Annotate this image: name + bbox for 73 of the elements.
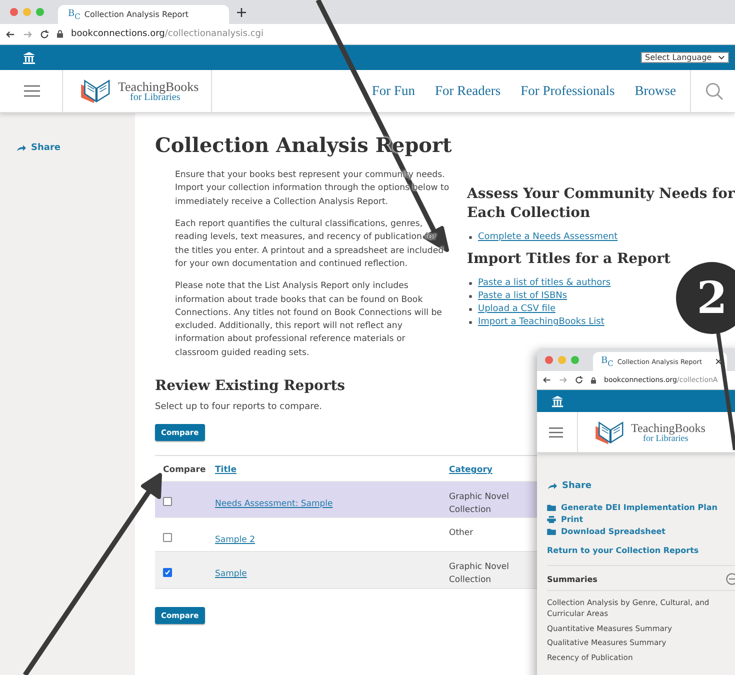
back-icon[interactable] <box>543 376 551 384</box>
column-header[interactable]: Title <box>215 464 449 481</box>
nav-link[interactable]: For Readers <box>435 83 501 99</box>
browser-tab[interactable]: B$_{C}$ Collection Analysis Report <box>58 5 229 24</box>
import-link[interactable]: Paste a list of ISBNs <box>478 290 568 303</box>
step-number-badge: 2 <box>676 262 735 334</box>
lock-icon <box>591 376 596 384</box>
report-row[interactable]: Needs Assessment: Sample Graphic Novel Collection <box>155 482 537 518</box>
summaries-heading: Summaries <box>547 574 598 584</box>
search-icon[interactable] <box>705 82 723 100</box>
section-heading: Review Existing Reports <box>155 377 346 396</box>
logo-name: TeachingBooks <box>118 80 199 92</box>
site-favicon: B$_{C}$ <box>601 356 614 368</box>
lock-icon <box>57 30 63 38</box>
folder-icon <box>547 504 556 511</box>
library-building-icon[interactable] <box>22 50 36 64</box>
nav-link[interactable]: For Professionals <box>520 83 615 99</box>
import-link[interactable]: Upload a CSV file <box>478 302 556 316</box>
bullet-icon <box>469 282 472 285</box>
category-cell-text: Graphic Novel Collection <box>449 490 510 518</box>
compare-checkbox[interactable] <box>163 496 172 506</box>
logo-subtitle: for Libraries <box>643 434 688 442</box>
report-title-link[interactable]: Needs Assessment: Sample <box>215 498 333 509</box>
site-favicon: B$_{C}$ <box>68 8 80 20</box>
printer-icon <box>547 516 556 523</box>
logo-name: TeachingBooks <box>631 422 706 434</box>
menu-icon[interactable] <box>549 426 563 438</box>
category-cell-text: Graphic Novel Collection <box>449 561 510 588</box>
column-header: Compare <box>162 464 207 477</box>
share-arrow-icon <box>16 144 26 152</box>
section-heading: Assess Your Community Needs for Each Collection <box>467 185 735 223</box>
logo-subtitle: for Libraries <box>130 92 180 102</box>
reload-icon[interactable] <box>40 30 49 38</box>
intro-paragraph: Each report quantifies the cultural classifications, genres, reading levels, text measures, and recency of publication for the titles you enter. A printout and a spreadsheet are included for your own documentation and continued reflection. <box>175 218 445 271</box>
compare-hint: Select up to four reports to compare. <box>155 402 324 412</box>
close-icon[interactable] <box>716 359 721 364</box>
nav-link[interactable]: For Fun <box>372 83 416 99</box>
dropdown-caret-icon[interactable] <box>718 55 725 60</box>
library-building-icon[interactable] <box>551 394 564 408</box>
back-icon[interactable] <box>6 30 15 38</box>
share-link[interactable]: Share <box>16 143 61 153</box>
import-link[interactable]: Paste a list of titles & authors <box>478 276 611 290</box>
import-link[interactable]: Import a TeachingBooks List <box>478 316 604 329</box>
action-link[interactable]: Generate DEI Implementation Plan <box>547 503 735 512</box>
bullet-icon <box>469 236 472 239</box>
share-arrow-icon <box>547 482 557 490</box>
share-link[interactable]: Share <box>547 481 592 491</box>
bullet-icon <box>469 308 472 311</box>
bullet-icon <box>469 320 472 324</box>
reload-icon[interactable] <box>575 376 583 384</box>
report-row[interactable]: Sample Graphic Novel Collection <box>155 552 537 589</box>
section-heading: Import Titles for a Report <box>467 250 672 269</box>
compare-checkbox[interactable] <box>163 533 172 542</box>
nav-link[interactable]: Browse <box>634 83 676 99</box>
bullet-icon <box>469 294 472 298</box>
assessment-link[interactable]: Complete a Needs Assessment <box>478 230 618 244</box>
folder-icon <box>547 528 556 535</box>
new-tab-icon[interactable] <box>236 8 246 16</box>
category-cell-text: Other <box>449 527 474 540</box>
intro-paragraph: Please note that the List Analysis Report only includes information about trade books that can be found on Book Connections. Any titles not found on Book Connections will be excluded. Additionally, this report will not reflect any information about professional reference materials or classroom guided reading sets. <box>175 280 443 360</box>
window-controls-icon[interactable] <box>545 356 579 364</box>
compare-checkbox[interactable] <box>163 568 172 578</box>
address-field[interactable]: bookconnections.org/collectionanalysis.cgi <box>71 29 264 39</box>
return-link[interactable]: Return to your Collection Reports <box>547 546 735 566</box>
collapse-icon[interactable] <box>726 573 735 585</box>
window-controls-icon[interactable] <box>10 8 44 16</box>
report-title-link[interactable]: Sample 2 <box>215 535 255 546</box>
menu-icon[interactable] <box>24 85 40 97</box>
column-header[interactable]: Category <box>449 464 492 475</box>
action-link[interactable]: Download Spreadsheet <box>547 527 735 536</box>
language-select[interactable]: Select Language <box>641 52 729 63</box>
action-link[interactable]: Print <box>547 515 735 524</box>
report-title-link[interactable]: Sample <box>215 569 247 580</box>
